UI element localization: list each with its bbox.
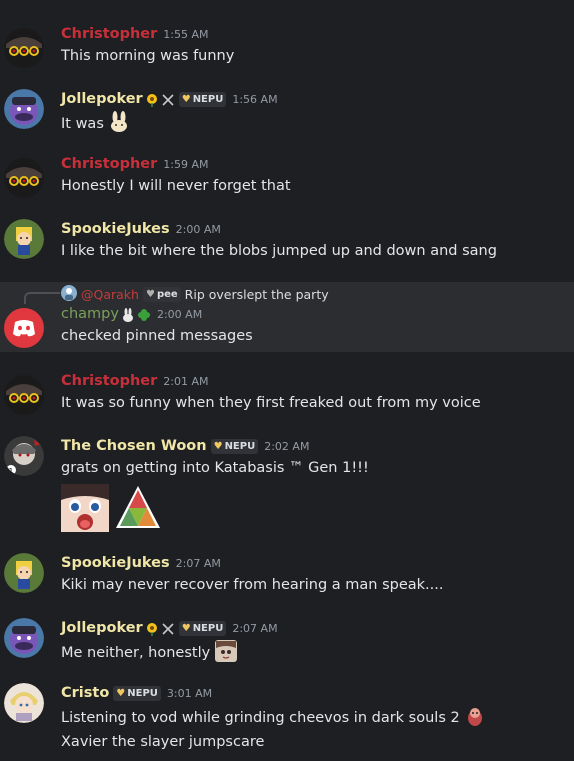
message-text: Me neither, honestly (61, 645, 211, 661)
author-name[interactable]: Christopher (61, 373, 157, 389)
reply-preview[interactable]: @Qarakh ♥ pee Rip overslept the party (61, 285, 329, 304)
message-jollepoker-1: Jollepoker ♥ NEPU 1:56 AM It was (0, 89, 574, 139)
message-christopher-2: Christopher 1:59 AM Honestly I will neve… (0, 154, 574, 204)
message-text: Honestly I will never forget that (61, 178, 291, 194)
christopher-avatar[interactable] (4, 375, 44, 415)
heart-icon: ♥ (181, 622, 191, 634)
message-chosen-woon-1: 1 The Chosen Woon ♥ NEPU 2:02 AM grats on… (0, 436, 574, 536)
message-text: This morning was funny (61, 48, 235, 64)
message-champy-1: @Qarakh ♥ pee Rip overslept the party cha… (0, 282, 574, 352)
reply-tag[interactable]: ♥ pee (142, 287, 181, 302)
timestamp: 2:00 AM (156, 307, 203, 321)
chosen-woon-avatar[interactable]: 1 (4, 436, 44, 476)
message-christopher-1: Christopher 1:55 AM This morning was fun… (0, 24, 574, 74)
tag-label: NEPU (127, 687, 158, 699)
spookiejukes-avatar[interactable] (4, 219, 44, 259)
author-name[interactable]: The Chosen Woon (61, 438, 207, 454)
message-text: Kiki may never recover from hearing a ma… (61, 577, 444, 593)
message-text: grats on getting into Katabasis ™ Gen 1!… (61, 460, 369, 476)
anime-girl-emoji[interactable] (214, 640, 237, 666)
crossed-swords-icon (161, 621, 175, 635)
timestamp: 3:01 AM (166, 686, 213, 700)
bunny-emoji[interactable] (108, 111, 130, 137)
message-text: Listening to vod while grinding cheevos … (61, 710, 460, 726)
timestamp: 1:55 AM (163, 27, 209, 41)
message-text: checked pinned messages (61, 328, 253, 344)
author-name[interactable]: Cristo (61, 685, 109, 701)
tag-label: pee (156, 289, 178, 300)
reply-avatar (61, 285, 77, 304)
author-name[interactable]: Jollepoker (61, 91, 143, 107)
message-spookiejukes-2: SpookieJukes 2:07 AM Kiki may never reco… (0, 553, 574, 603)
reply-connector (24, 292, 60, 304)
timestamp: 1:56 AM (232, 92, 278, 106)
sunflower-icon (145, 92, 159, 107)
author-name[interactable]: Christopher (61, 156, 157, 172)
timestamp: 2:07 AM (232, 621, 278, 635)
author-name[interactable]: Jollepoker (61, 620, 143, 636)
message-christopher-3: Christopher 2:01 AM It was so funny when… (0, 371, 574, 421)
christopher-avatar[interactable] (4, 158, 44, 198)
sunflower-icon (145, 621, 159, 636)
svg-text:1: 1 (9, 467, 13, 475)
reply-text: Rip overslept the party (184, 287, 329, 302)
message-text: I like the bit where the blobs jumped up… (61, 243, 497, 259)
tag-label: NEPU (192, 622, 224, 634)
message-line: Me neither, honestly (61, 640, 237, 666)
server-tag[interactable]: ♥ NEPU (210, 438, 259, 454)
message-line: It was (61, 111, 130, 137)
message-text: Xavier the slayer jumpscare (61, 734, 265, 750)
timestamp: 2:07 AM (175, 556, 221, 570)
message-jollepoker-2: Jollepoker ♥ NEPU 2:07 AM Me neither, hon… (0, 618, 574, 668)
server-tag[interactable]: ♥ NEPU (178, 620, 227, 636)
server-tag[interactable]: ♥ NEPU (178, 91, 227, 107)
maggot-emoji[interactable] (464, 705, 486, 731)
author-name[interactable]: Christopher (61, 26, 157, 42)
server-tag[interactable]: ♥ NEPU (113, 685, 161, 701)
katabasis-logo-sticker[interactable] (114, 484, 162, 532)
author-name[interactable]: champy (61, 306, 119, 322)
timestamp: 1:59 AM (163, 157, 209, 171)
rabbit-icon (121, 307, 135, 322)
christopher-avatar[interactable] (4, 28, 44, 68)
reply-author[interactable]: @Qarakh (81, 287, 139, 302)
jollepoker-avatar[interactable] (4, 618, 44, 658)
clover-icon (137, 307, 151, 321)
heart-icon: ♥ (181, 93, 191, 105)
author-name[interactable]: SpookieJukes (61, 221, 170, 237)
spookiejukes-avatar[interactable] (4, 553, 44, 593)
tag-label: NEPU (224, 440, 256, 452)
message-text: It was so funny when they first freaked … (61, 395, 481, 411)
timestamp: 2:01 AM (163, 374, 209, 388)
discord-default-avatar[interactable] (4, 308, 44, 348)
anime-face-sticker[interactable] (61, 484, 109, 532)
author-name[interactable]: SpookieJukes (61, 555, 170, 571)
heart-icon: ♥ (116, 687, 126, 699)
timestamp: 2:00 AM (175, 222, 221, 236)
message-text: It was (61, 116, 104, 132)
crossed-swords-icon (161, 92, 175, 106)
heart-icon: ♥ (145, 289, 155, 300)
timestamp: 2:02 AM (264, 439, 310, 453)
message-cristo-1: Cristo ♥ NEPU 3:01 AM Listening to vod wh… (0, 683, 574, 761)
message-spookiejukes-1: SpookieJukes 2:00 AM I like the bit wher… (0, 219, 574, 269)
jollepoker-avatar[interactable] (4, 89, 44, 129)
cristo-avatar[interactable] (4, 683, 44, 723)
message-line: Listening to vod while grinding cheevos … (61, 705, 486, 731)
tag-label: NEPU (192, 93, 224, 105)
heart-icon: ♥ (213, 440, 223, 452)
